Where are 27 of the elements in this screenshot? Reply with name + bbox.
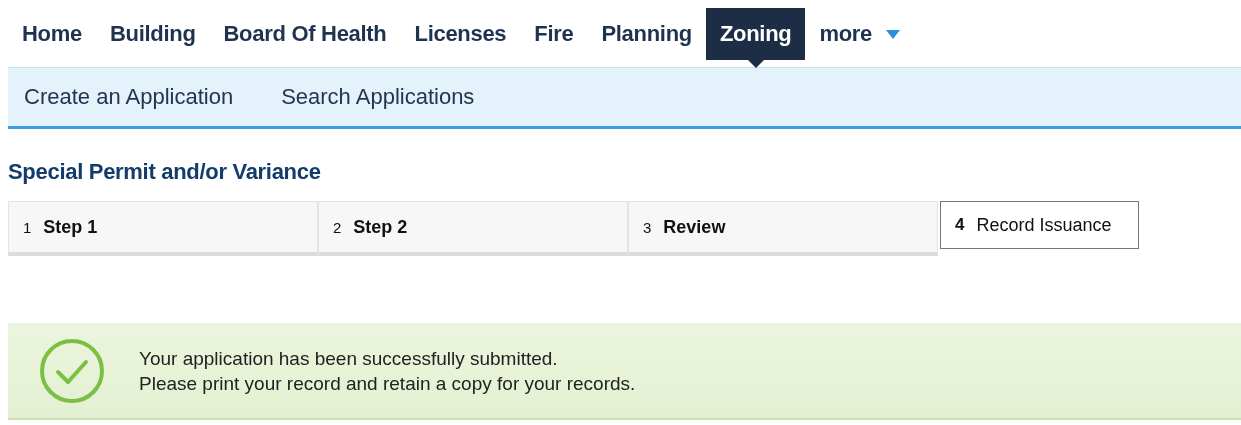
step-tab[interactable]: 3 Review (628, 201, 938, 256)
step-number: 1 (23, 218, 32, 236)
nav-tab[interactable]: Home (8, 8, 96, 60)
step-label: Review (663, 216, 726, 238)
step-number: 2 (333, 218, 342, 236)
nav-tab[interactable]: Building (95, 8, 210, 60)
step-label: Step 1 (43, 216, 98, 238)
success-message: Please print your record and retain a copy for your records. (139, 371, 636, 396)
success-message: Your application has been successfully submitted. (139, 346, 559, 371)
step-tab[interactable]: 2 Step 2 (318, 201, 628, 256)
nav-tab[interactable]: Licenses (400, 8, 521, 60)
subnav-link[interactable]: Search Applications (281, 84, 475, 110)
page-title: Special Permit and/or Variance (8, 159, 322, 185)
step-number: 3 (643, 218, 652, 236)
subnav-link[interactable]: Create an Application (24, 84, 234, 110)
nav-tab[interactable]: more (805, 8, 915, 60)
step-label: Record Issuance (976, 214, 1112, 236)
step-label: Step 2 (353, 216, 408, 238)
nav-tab[interactable]: Planning (587, 8, 706, 60)
checkmark-icon (39, 337, 105, 404)
caret-icon (886, 29, 901, 39)
nav-tab[interactable]: Board Of Health (209, 8, 401, 60)
step-number: 4 (955, 215, 965, 235)
step-tab[interactable]: 4 Record Issuance (940, 201, 1139, 249)
step-tab[interactable]: 1 Step 1 (8, 201, 318, 256)
nav-tab[interactable]: Zoning (705, 8, 806, 60)
nav-tab[interactable]: Fire (520, 8, 588, 60)
